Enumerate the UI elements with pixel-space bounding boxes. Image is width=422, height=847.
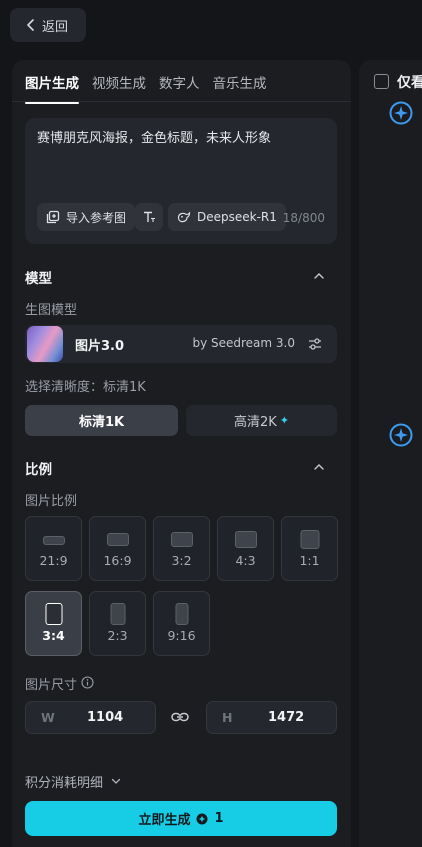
link-icon[interactable] — [171, 710, 189, 724]
import-reference-button[interactable]: 导入参考图 — [37, 203, 136, 231]
mode-tabs: 图片生成 视频生成 数字人 音乐生成 — [25, 72, 267, 104]
generate-label: 立即生成 — [138, 813, 191, 828]
resolution-label: 选择清晰度：标清1K — [25, 380, 146, 395]
back-button[interactable]: 返回 — [10, 8, 86, 42]
credits-label: 积分消耗明细 — [25, 776, 104, 791]
ratio-option-3-4[interactable]: 3:4 — [25, 591, 82, 656]
back-label: 返回 — [42, 19, 69, 35]
ratio-option-21-9[interactable]: 21:9 — [25, 516, 82, 581]
sparkle-icon — [389, 101, 413, 125]
settings-sliders-icon[interactable] — [307, 336, 323, 352]
text-style-icon — [144, 211, 155, 222]
ratio-section-title: 比例 — [25, 462, 52, 478]
ratio-2-3-icon — [110, 603, 125, 625]
ratio-3-4-icon — [45, 603, 62, 625]
ratio-label: 9:16 — [167, 628, 196, 643]
generation-panel: 图片生成 视频生成 数字人 音乐生成 赛博朋克风海报，金色标题，未来人形象 导入… — [12, 60, 351, 847]
ratio-option-4-3[interactable]: 4:3 — [217, 516, 274, 581]
ratio-3-2-icon — [170, 532, 193, 547]
chevron-up-icon[interactable] — [313, 463, 325, 471]
resolution-standard-label: 标清1K — [78, 415, 125, 430]
credits-detail-toggle[interactable]: 积分消耗明细 — [25, 772, 121, 791]
height-input[interactable]: H 1472 — [206, 701, 337, 734]
tab-music[interactable]: 音乐生成 — [213, 72, 267, 104]
ratio-label: 4:3 — [235, 553, 256, 568]
ratio-16-9-icon — [106, 533, 129, 546]
model-thumbnail — [27, 326, 63, 362]
width-prefix: W — [41, 710, 55, 725]
ratio-label: 21:9 — [39, 553, 68, 568]
generate-button[interactable]: 立即生成 1 — [25, 801, 337, 836]
ratio-option-16-9[interactable]: 16:9 — [89, 516, 146, 581]
ratio-21-9-icon — [42, 536, 65, 545]
model-section-title: 模型 — [25, 271, 52, 287]
deepseek-whale-icon — [177, 211, 191, 223]
ratio-option-1-1[interactable]: 1:1 — [281, 516, 338, 581]
tab-image[interactable]: 图片生成 — [25, 72, 79, 104]
text-style-button[interactable] — [135, 203, 163, 231]
width-input[interactable]: W 1104 — [25, 701, 156, 734]
only-view-checkbox[interactable] — [374, 74, 389, 89]
tab-video[interactable]: 视频生成 — [92, 72, 146, 104]
ratio-sub-label: 图片比例 — [25, 494, 78, 509]
ratio-1-1-icon — [300, 530, 319, 549]
ratio-option-3-2[interactable]: 3:2 — [153, 516, 210, 581]
ratio-9-16-icon — [175, 603, 188, 625]
ratio-label: 16:9 — [103, 553, 132, 568]
prompt-text[interactable]: 赛博朋克风海报，金色标题，未来人形象 — [37, 130, 325, 148]
coin-icon — [196, 813, 208, 824]
prompt-input[interactable]: 赛博朋克风海报，金色标题，未来人形象 导入参考图 Deepseek-R1 18/… — [25, 118, 337, 244]
resolution-hd-button[interactable]: 高清2K ✦ — [186, 405, 337, 436]
chevron-up-icon[interactable] — [313, 272, 325, 280]
sparkle-icon — [389, 423, 413, 447]
resolution-hd-label: 高清2K — [233, 415, 277, 430]
height-prefix: H — [222, 710, 233, 725]
sparkle-icon: ✦ — [279, 414, 289, 427]
image-upload-icon — [46, 210, 60, 224]
chevron-left-icon — [27, 19, 34, 31]
ratio-4-3-icon — [234, 531, 257, 548]
deepseek-toggle[interactable]: Deepseek-R1 — [168, 203, 286, 231]
tabs-divider — [12, 101, 351, 102]
import-reference-label: 导入参考图 — [66, 210, 127, 225]
model-name: 图片3.0 — [75, 339, 125, 354]
ratio-option-2-3[interactable]: 2:3 — [89, 591, 146, 656]
model-provider: by Seedream 3.0 — [192, 336, 295, 350]
model-sub-label: 生图模型 — [25, 303, 78, 318]
model-selector[interactable]: 图片3.0 by Seedream 3.0 — [25, 325, 337, 363]
ratio-label: 1:1 — [299, 553, 320, 568]
ratio-label: 2:3 — [107, 628, 128, 643]
deepseek-label: Deepseek-R1 — [197, 210, 277, 224]
generate-cost: 1 — [214, 811, 224, 826]
results-area: 仅看 — [359, 60, 422, 847]
ratio-label: 3:4 — [42, 628, 65, 643]
size-label: 图片尺寸 — [25, 678, 78, 693]
ratio-option-9-16[interactable]: 9:16 — [153, 591, 210, 656]
tab-digital-human[interactable]: 数字人 — [159, 72, 200, 104]
info-icon[interactable] — [81, 676, 94, 689]
height-value[interactable]: 1472 — [268, 710, 304, 725]
char-counter: 18/800 — [282, 211, 325, 225]
width-value[interactable]: 1104 — [87, 710, 123, 725]
ratio-label: 3:2 — [171, 553, 192, 568]
resolution-standard-button[interactable]: 标清1K — [25, 405, 178, 436]
only-view-label: 仅看 — [397, 75, 422, 91]
chevron-down-icon — [111, 778, 121, 784]
